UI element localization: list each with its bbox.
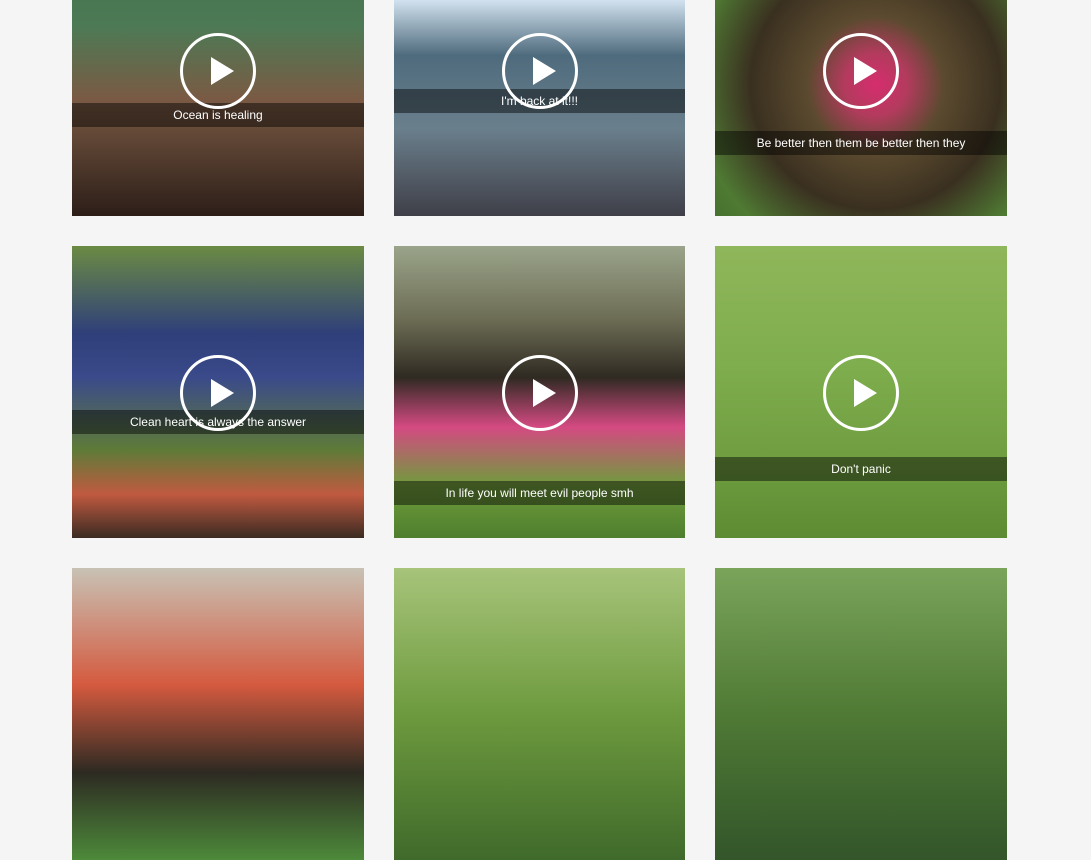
video-tile[interactable]: Be better then them be better then they <box>715 0 1007 216</box>
play-icon <box>211 57 234 85</box>
video-tile[interactable] <box>394 568 685 860</box>
play-icon <box>532 379 556 407</box>
video-thumbnail <box>72 568 364 860</box>
video-tile[interactable]: Ocean is healing <box>72 0 364 216</box>
play-button[interactable] <box>501 355 578 431</box>
play-button[interactable] <box>180 33 256 109</box>
video-caption: Be better then them be better then they <box>715 131 1007 155</box>
video-tile[interactable]: Don't panic <box>715 246 1007 538</box>
play-icon <box>532 57 556 85</box>
video-tile[interactable]: I'm back at it!!! <box>394 0 685 216</box>
video-tile[interactable] <box>715 568 1007 860</box>
video-tile[interactable] <box>72 568 364 860</box>
play-button[interactable] <box>180 355 256 431</box>
video-caption: In life you will meet evil people smh <box>394 481 685 505</box>
play-icon <box>211 379 234 407</box>
play-button[interactable] <box>823 355 899 431</box>
video-thumbnail <box>715 568 1007 860</box>
video-tile[interactable]: Clean heart is always the answer <box>72 246 364 538</box>
play-icon <box>854 57 877 85</box>
play-button[interactable] <box>501 33 578 109</box>
video-caption: Don't panic <box>715 457 1007 481</box>
video-tile[interactable]: In life you will meet evil people smh <box>394 246 685 538</box>
play-icon <box>854 379 877 407</box>
play-button[interactable] <box>823 33 899 109</box>
video-thumbnail <box>394 568 685 860</box>
video-grid: Ocean is healing I'm back at it!!! Be be… <box>72 0 1007 860</box>
